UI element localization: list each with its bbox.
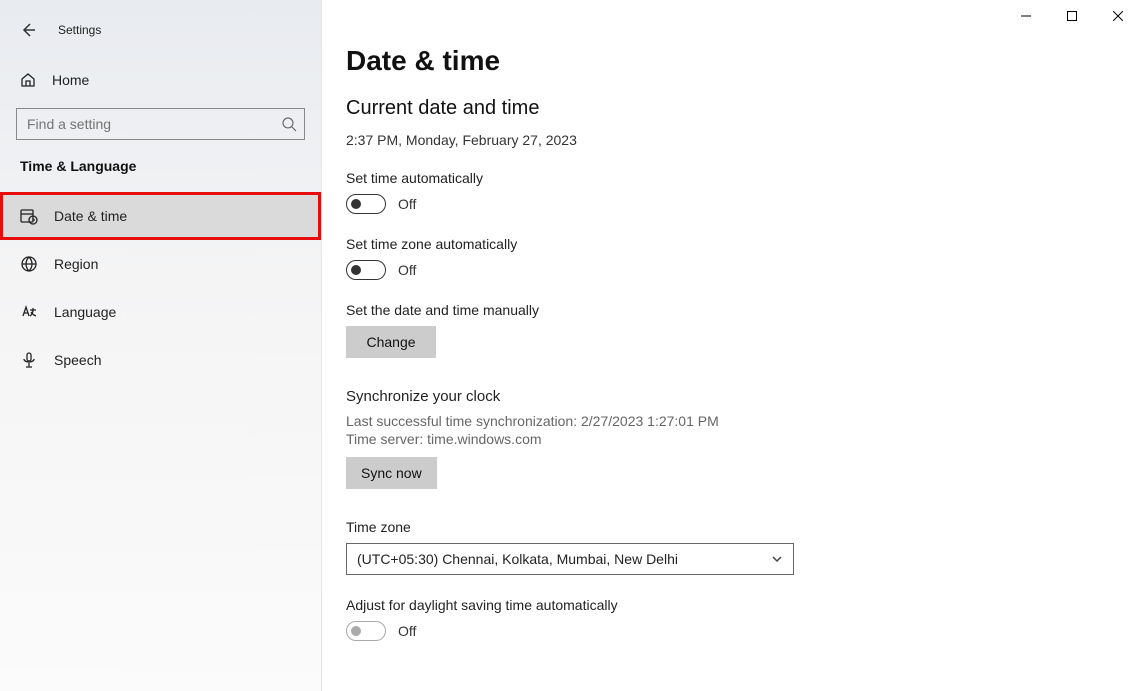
page-title: Date & time: [346, 45, 846, 77]
close-button[interactable]: [1095, 0, 1141, 32]
sidebar-item-home[interactable]: Home: [0, 64, 321, 96]
dst-toggle: [346, 621, 386, 641]
tz-value: (UTC+05:30) Chennai, Kolkata, Mumbai, Ne…: [357, 551, 678, 567]
dst-label: Adjust for daylight saving time automati…: [346, 597, 846, 613]
globe-icon: [20, 255, 38, 273]
maximize-button[interactable]: [1049, 0, 1095, 32]
set-time-auto-state: Off: [398, 196, 416, 212]
sync-now-button[interactable]: Sync now: [346, 457, 437, 489]
window-title: Settings: [58, 23, 101, 37]
home-icon: [20, 72, 36, 88]
sidebar-item-label: Date & time: [54, 208, 127, 224]
set-tz-auto-label: Set time zone automatically: [346, 236, 846, 252]
search-input[interactable]: [16, 108, 305, 140]
window-controls: [1003, 0, 1141, 32]
sidebar-item-speech[interactable]: Speech: [0, 336, 321, 384]
title-row: Settings: [0, 22, 321, 38]
search-icon: [281, 116, 297, 132]
tz-label: Time zone: [346, 519, 846, 535]
set-time-auto-toggle[interactable]: [346, 194, 386, 214]
dst-state: Off: [398, 623, 416, 639]
back-icon[interactable]: [20, 22, 38, 38]
set-tz-auto-state: Off: [398, 262, 416, 278]
sidebar-item-language[interactable]: Language: [0, 288, 321, 336]
tz-dropdown[interactable]: (UTC+05:30) Chennai, Kolkata, Mumbai, Ne…: [346, 543, 794, 575]
sidebar-item-date-time[interactable]: Date & time: [0, 192, 321, 240]
calendar-clock-icon: [20, 207, 38, 225]
language-icon: [20, 303, 38, 321]
sidebar-item-label: Region: [54, 256, 98, 272]
sync-server: Time server: time.windows.com: [346, 431, 846, 447]
minimize-button[interactable]: [1003, 0, 1049, 32]
change-button[interactable]: Change: [346, 326, 436, 358]
sidebar-item-label: Speech: [54, 352, 101, 368]
sync-heading: Synchronize your clock: [346, 388, 846, 405]
chevron-down-icon: [771, 553, 783, 565]
main-content: Date & time Current date and time 2:37 P…: [322, 0, 1141, 691]
set-tz-auto-toggle[interactable]: [346, 260, 386, 280]
home-label: Home: [52, 72, 89, 88]
manual-label: Set the date and time manually: [346, 302, 846, 318]
current-time-heading: Current date and time: [346, 97, 846, 120]
set-time-auto-label: Set time automatically: [346, 170, 846, 186]
sidebar-item-region[interactable]: Region: [0, 240, 321, 288]
sidebar-section-title: Time & Language: [0, 158, 321, 174]
sidebar: Settings Home Time & Language Date & tim…: [0, 0, 322, 691]
current-time-value: 2:37 PM, Monday, February 27, 2023: [346, 132, 846, 148]
sidebar-item-label: Language: [54, 304, 116, 320]
search-wrap: [16, 108, 305, 140]
microphone-icon: [20, 351, 38, 369]
sync-last: Last successful time synchronization: 2/…: [346, 413, 846, 429]
